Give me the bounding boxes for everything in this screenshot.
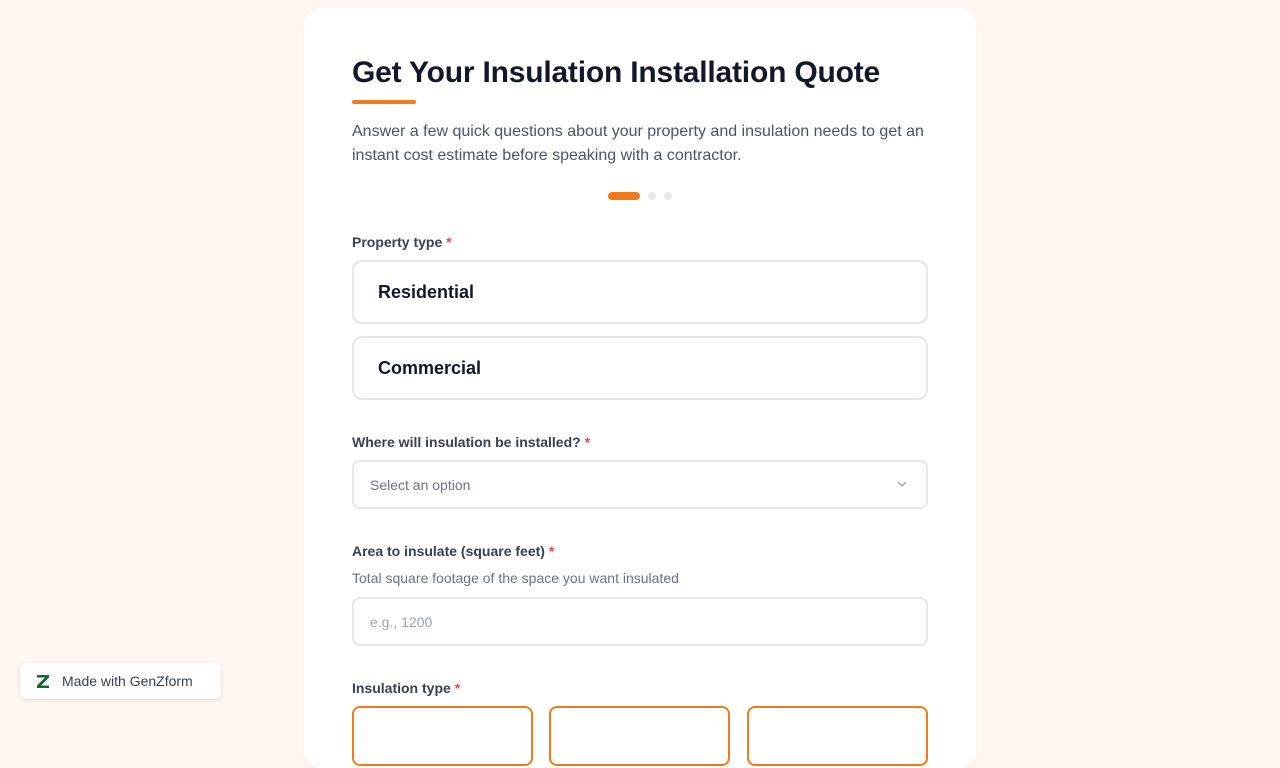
area-help-text: Total square footage of the space you wa…	[352, 570, 679, 586]
insulation-type-option-1[interactable]	[352, 706, 533, 766]
insulation-type-option-2[interactable]	[549, 706, 730, 766]
form-card: Get Your Insulation Installation Quote A…	[304, 8, 976, 768]
property-type-option-residential[interactable]: Residential	[352, 260, 928, 324]
property-type-label-text: Property type	[352, 234, 443, 250]
step-dot-3	[664, 192, 672, 200]
install-location-label-text: Where will insulation be installed?	[352, 434, 581, 450]
insulation-type-label: Insulation type *	[352, 680, 460, 696]
required-marker: *	[584, 434, 591, 450]
badge-text: Made with GenZform	[62, 673, 193, 689]
property-type-option-commercial[interactable]: Commercial	[352, 336, 928, 400]
select-placeholder: Select an option	[370, 476, 471, 493]
area-label-text: Area to insulate (square feet)	[352, 543, 545, 559]
step-progress-indicator	[608, 192, 672, 200]
form-title: Get Your Insulation Installation Quote	[352, 56, 880, 89]
made-with-genzform-badge[interactable]: Made with GenZform	[20, 663, 221, 699]
step-dot-2	[648, 192, 656, 200]
step-dot-1-active	[608, 192, 640, 200]
title-accent-bar	[352, 100, 416, 104]
option-label: Commercial	[378, 357, 482, 378]
genzform-logo-icon	[37, 675, 49, 688]
property-type-label: Property type *	[352, 234, 452, 250]
required-marker: *	[454, 680, 461, 696]
form-subtitle: Answer a few quick questions about your …	[352, 123, 924, 164]
area-label: Area to insulate (square feet) *	[352, 543, 554, 559]
insulation-type-label-text: Insulation type	[352, 680, 451, 696]
chevron-down-icon	[897, 481, 907, 487]
install-location-select[interactable]: Select an option	[352, 460, 928, 509]
insulation-type-option-3[interactable]	[747, 706, 928, 766]
required-marker: *	[446, 234, 452, 250]
area-input[interactable]	[352, 597, 928, 646]
option-label: Residential	[378, 281, 475, 302]
required-marker: *	[548, 543, 555, 559]
install-location-label: Where will insulation be installed? *	[352, 434, 590, 450]
